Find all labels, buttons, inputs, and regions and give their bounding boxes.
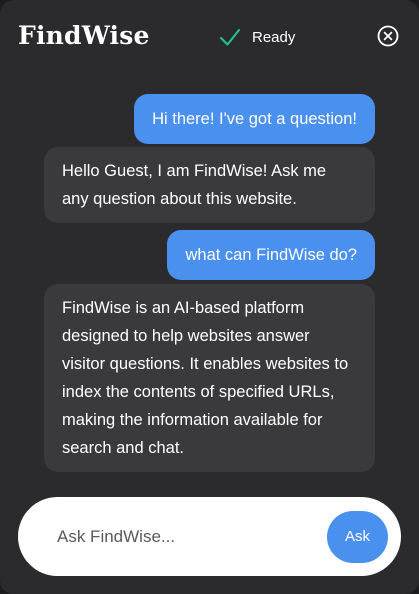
brand-logo: FindWise bbox=[18, 21, 150, 50]
chat-widget: FindWise Ready Hi there! I've got a ques… bbox=[0, 0, 419, 594]
status-label: Ready bbox=[252, 28, 296, 46]
check-icon bbox=[219, 26, 241, 48]
bot-message: Hello Guest, I am FindWise! Ask me any q… bbox=[44, 147, 375, 223]
user-message: what can FindWise do? bbox=[167, 230, 375, 280]
status-indicator: Ready bbox=[219, 25, 295, 49]
ask-button[interactable]: Ask bbox=[327, 511, 388, 563]
close-circle-icon bbox=[376, 25, 400, 52]
ask-input[interactable] bbox=[55, 521, 309, 553]
user-message: Hi there! I've got a question! bbox=[134, 94, 375, 144]
chat-header: FindWise Ready bbox=[0, 0, 419, 72]
composer: Ask bbox=[18, 497, 401, 576]
bot-message: FindWise is an AI-based platform designe… bbox=[44, 284, 375, 472]
close-button[interactable] bbox=[376, 24, 400, 48]
